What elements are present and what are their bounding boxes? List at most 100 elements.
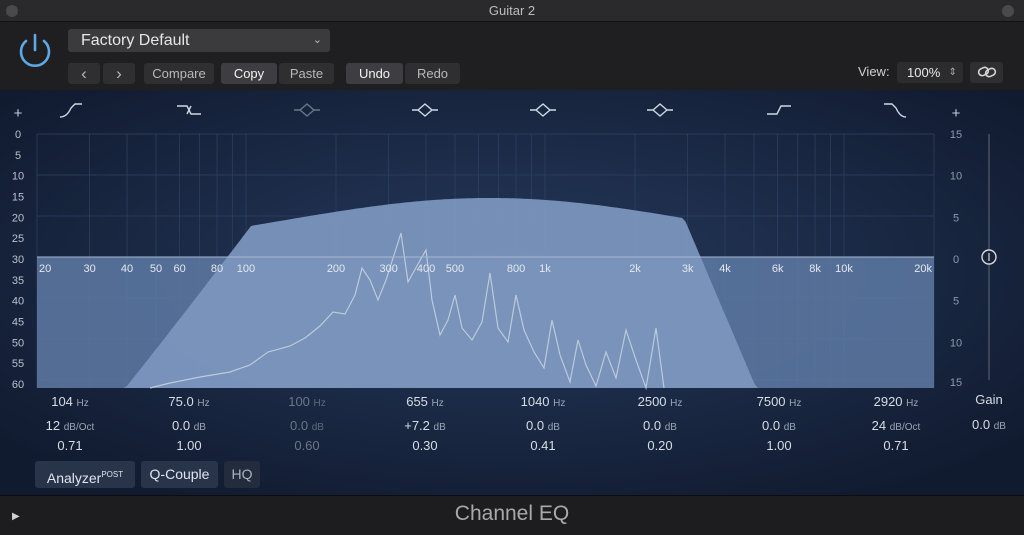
frequency-label: 20k — [914, 263, 932, 275]
left-scale-label: 60 — [12, 379, 24, 391]
frequency-label: 8k — [809, 263, 821, 275]
band-frequency-readout[interactable]: 1040 Hz — [498, 394, 588, 409]
paste-button[interactable]: Paste — [279, 63, 334, 84]
frequency-label: 100 — [237, 263, 255, 275]
band-gain-value: 24 — [871, 418, 887, 433]
band-q-readout[interactable]: 0.30 — [380, 438, 470, 453]
frequency-label: 300 — [379, 263, 397, 275]
right-scale-label: 10 — [950, 337, 962, 349]
hq-button[interactable]: HQ — [224, 461, 260, 488]
plugin-footer: ▶ Channel EQ — [0, 495, 1024, 535]
frequency-label: 3k — [682, 263, 694, 275]
band-gain-readout[interactable]: 0.0 dB — [498, 418, 588, 433]
band-gain-unit: dB — [433, 422, 446, 433]
window-close-button[interactable] — [6, 5, 18, 17]
band-gain-readout[interactable]: +7.2 dB — [380, 418, 470, 433]
band-frequency-value: 100 — [288, 394, 310, 409]
band-q-readout[interactable]: 0.60 — [262, 438, 352, 453]
frequency-label: 1k — [539, 263, 551, 275]
band-gain-readout[interactable]: 0.0 dB — [144, 418, 234, 433]
band-frequency-value: 1040 — [520, 394, 550, 409]
band-q-readout[interactable]: 0.71 — [851, 438, 941, 453]
preset-name: Factory Default — [81, 32, 190, 49]
left-scale-label: 20 — [12, 212, 24, 224]
frequency-label: 4k — [719, 263, 731, 275]
band-gain-readout[interactable]: 12 dB/Oct — [25, 418, 115, 433]
band-frequency-readout[interactable]: 2500 Hz — [615, 394, 705, 409]
left-scale-label: 25 — [12, 233, 24, 245]
zoom-dropdown[interactable]: 100% ⇕ — [897, 62, 963, 83]
stepper-icon: ⇕ — [948, 67, 957, 78]
band-gain-value: 0.0 — [290, 418, 309, 433]
band-gain-value: +7.2 — [404, 418, 430, 433]
frequency-label: 50 — [150, 263, 162, 275]
band-gain-readout[interactable]: 0.0 dB — [615, 418, 705, 433]
band-frequency-readout[interactable]: 104 Hz — [25, 394, 115, 409]
gain-readout[interactable]: 0.0 dB — [944, 417, 1024, 432]
band-gain-unit: dB — [664, 422, 677, 433]
band-frequency-value: 75.0 — [168, 394, 194, 409]
eq-graph[interactable]: 0510152025303540455055601510505101520 30 4… — [0, 90, 1024, 495]
frequency-label: 6k — [772, 263, 784, 275]
band-frequency-readout[interactable]: 2920 Hz — [851, 394, 941, 409]
gain-value: 0.0 — [972, 417, 991, 432]
band-gain-unit: dB — [193, 422, 206, 433]
band-gain-readout[interactable]: 0.0 dB — [734, 418, 824, 433]
plugin-header: Factory Default ⌄ ‹ › Compare Copy Paste… — [0, 22, 1024, 90]
band-frequency-readout[interactable]: 7500 Hz — [734, 394, 824, 409]
band-gain-value: 0.0 — [172, 418, 191, 433]
band-frequency-unit: Hz — [906, 398, 919, 409]
band-gain-unit: dB/Oct — [63, 422, 95, 433]
left-scale-label: 5 — [15, 150, 21, 162]
preset-dropdown[interactable]: Factory Default ⌄ — [68, 29, 330, 52]
band-frequency-readout[interactable]: 655 Hz — [380, 394, 470, 409]
band-frequency-unit: Hz — [197, 398, 210, 409]
band-frequency-value: 7500 — [756, 394, 786, 409]
add-left-scale-button[interactable]: + — [14, 105, 23, 122]
q-couple-button[interactable]: Q-Couple — [141, 461, 218, 488]
band-gain-readout[interactable]: 0.0 dB — [262, 418, 352, 433]
band-gain-value: 0.0 — [526, 418, 545, 433]
band-gain-unit: dB — [311, 422, 324, 433]
next-preset-button[interactable]: › — [103, 63, 135, 84]
undo-button[interactable]: Undo — [346, 63, 403, 84]
band-gain-unit: dB/Oct — [889, 422, 921, 433]
right-scale-label: 10 — [950, 171, 962, 183]
band-frequency-readout[interactable]: 100 Hz — [262, 394, 352, 409]
compare-button[interactable]: Compare — [144, 63, 214, 84]
copy-button[interactable]: Copy — [221, 63, 277, 84]
band-frequency-readout[interactable]: 75.0 Hz — [144, 394, 234, 409]
gain-label: Gain — [975, 392, 1003, 407]
redo-button[interactable]: Redo — [405, 63, 460, 84]
band-gain-readout[interactable]: 24 dB/Oct — [851, 418, 941, 433]
left-scale-label: 15 — [12, 192, 24, 204]
analyzer-button[interactable]: AnalyzerPOST — [35, 461, 135, 488]
band-frequency-unit: Hz — [789, 398, 802, 409]
eq-display[interactable]: 0 5 10 15 20 25 30 35 40 45 50 55 60 15 10 5 0 5 10 15 20 30 4… — [0, 90, 1024, 495]
add-right-scale-button[interactable]: + — [952, 105, 961, 122]
link-icon — [977, 66, 996, 78]
link-button[interactable] — [970, 62, 1003, 83]
power-icon[interactable] — [14, 30, 56, 72]
band-q-readout[interactable]: 1.00 — [144, 438, 234, 453]
band-frequency-unit: Hz — [670, 398, 683, 409]
band-frequency-value: 655 — [406, 394, 428, 409]
title-bar: Guitar 2 — [0, 0, 1024, 22]
previous-preset-button[interactable]: ‹ — [68, 63, 100, 84]
band-frequency-unit: Hz — [313, 398, 326, 409]
right-scale-label: 5 — [953, 296, 959, 308]
band-q-readout[interactable]: 0.20 — [615, 438, 705, 453]
band-q-readout[interactable]: 1.00 — [734, 438, 824, 453]
frequency-label: 80 — [211, 263, 223, 275]
band-frequency-value: 2920 — [873, 394, 903, 409]
right-scale-label: 15 — [950, 129, 962, 141]
left-scale-label: 45 — [12, 317, 24, 329]
frequency-label: 2k — [629, 263, 641, 275]
window-expand-button[interactable] — [1002, 5, 1014, 17]
band-q-readout[interactable]: 0.41 — [498, 438, 588, 453]
band-q-readout[interactable]: 0.71 — [25, 438, 115, 453]
band-frequency-unit: Hz — [76, 398, 89, 409]
band-gain-unit: dB — [783, 422, 796, 433]
analyzer-label: Analyzer — [46, 470, 102, 486]
plugin-name: Channel EQ — [454, 502, 570, 525]
